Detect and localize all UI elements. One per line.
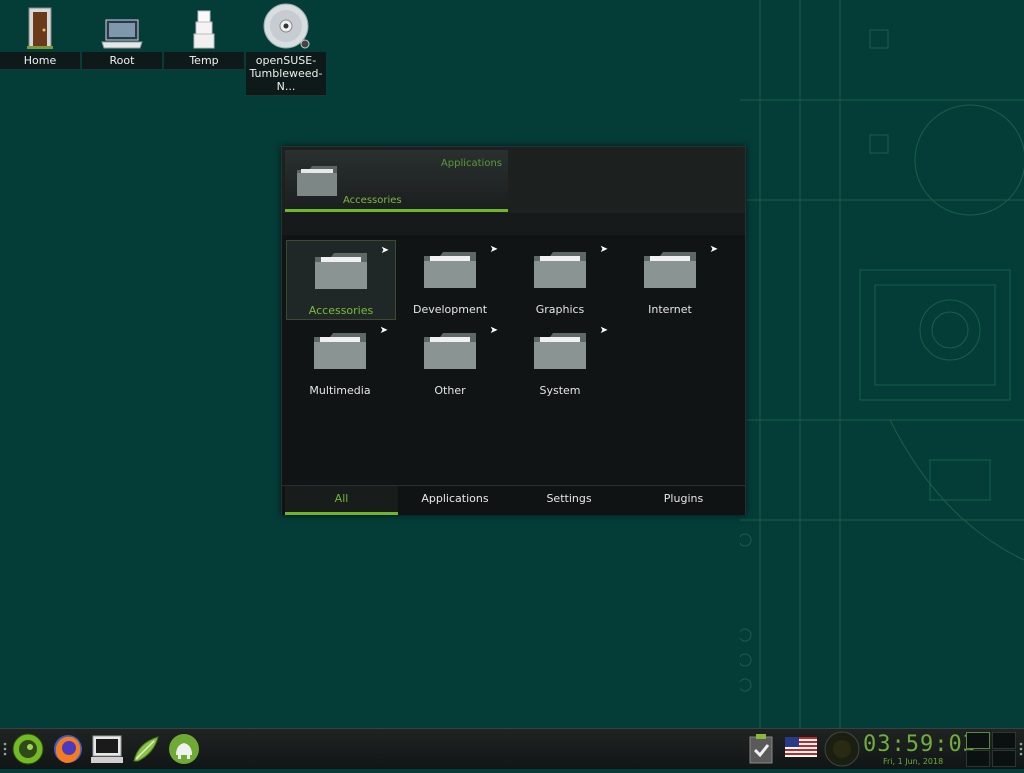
firefox-icon[interactable] [52, 733, 84, 765]
breadcrumb-parent[interactable]: Applications [441, 158, 502, 169]
desktop-icon-opensuse-media[interactable]: openSUSE-Tumbleweed-N... [246, 3, 326, 96]
folder-icon [534, 333, 586, 369]
chevron-right-icon: ➤ [599, 325, 608, 336]
category-label: System [539, 384, 581, 397]
workspace-pager[interactable] [966, 732, 1016, 767]
category-label: Other [434, 384, 466, 397]
category-label: Development [412, 303, 488, 316]
desktop-icon-label: Root [82, 52, 162, 70]
chevron-right-icon: ➤ [709, 244, 718, 255]
folder-icon [314, 333, 366, 369]
drag-handle-icon[interactable] [1018, 741, 1024, 773]
tab-label: Plugins [663, 492, 704, 505]
category-graphics[interactable]: ➤ Graphics [506, 240, 614, 318]
category-label: Internet [648, 303, 692, 316]
breadcrumb-current: Accessories [343, 195, 402, 206]
door-icon [27, 7, 53, 49]
category-development[interactable]: ➤ Development [396, 240, 504, 318]
desktop-icon-home[interactable]: Home [0, 4, 80, 70]
category-internet[interactable]: ➤ Internet [616, 240, 724, 318]
category-label: Graphics [535, 303, 585, 316]
tab-label: Applications [421, 492, 489, 505]
clock-date: Fri, 1 Jun, 2018 [883, 757, 944, 766]
laptop-icon [101, 19, 143, 49]
folder-icon [644, 252, 696, 288]
category-other[interactable]: ➤ Other [396, 321, 504, 399]
opensuse-start-icon[interactable] [12, 733, 44, 765]
menu-search-strip [282, 213, 745, 235]
desktop-icon-label: Temp [164, 52, 244, 70]
wallpaper-blueprint [740, 0, 1024, 728]
terminal-icon[interactable] [90, 733, 123, 765]
chevron-right-icon: ➤ [380, 245, 389, 256]
menu-tabs: All Applications Settings Plugins [282, 485, 745, 515]
tab-settings[interactable]: Settings [512, 486, 626, 515]
category-accessories[interactable]: ➤ Accessories [286, 240, 396, 320]
breadcrumb[interactable]: Applications Accessories [285, 150, 508, 212]
clock-time[interactable]: 03:59:03 [863, 732, 977, 757]
category-label: Multimedia [309, 384, 371, 397]
chevron-right-icon: ➤ [489, 244, 498, 255]
desktop-icon-temp[interactable]: Temp [164, 4, 244, 70]
folder-icon [424, 333, 476, 369]
workspace-3[interactable] [966, 750, 990, 767]
chevron-right-icon: ➤ [599, 244, 608, 255]
application-menu: Applications Accessories ➤ Accessories ➤… [281, 146, 746, 515]
chevron-right-icon: ➤ [489, 325, 498, 336]
tab-applications[interactable]: Applications [398, 486, 512, 515]
desktop-icon-label: openSUSE-Tumbleweed-N... [246, 52, 326, 96]
text-editor-icon[interactable] [130, 733, 162, 765]
menu-header: Applications Accessories [282, 147, 745, 213]
cd-icon [263, 3, 310, 49]
workspace-2[interactable] [992, 732, 1016, 749]
folder-icon [534, 252, 586, 288]
tab-plugins[interactable]: Plugins [626, 486, 741, 515]
us-flag-icon[interactable] [785, 737, 817, 769]
folder-icon [297, 166, 337, 196]
desktop-icon-label: Home [0, 52, 80, 70]
category-multimedia[interactable]: ➤ Multimedia [286, 321, 394, 399]
breadcrumb-underline [285, 209, 508, 212]
tab-all[interactable]: All [285, 486, 398, 515]
tab-label: Settings [546, 492, 592, 505]
moon-phase-icon[interactable] [824, 731, 860, 767]
folder-icon [424, 252, 476, 288]
workspace-4[interactable] [992, 750, 1016, 767]
drag-handle-icon[interactable] [2, 741, 8, 773]
tab-active-indicator [285, 512, 398, 515]
category-system[interactable]: ➤ System [506, 321, 614, 399]
clipboard-check-icon[interactable] [747, 733, 779, 765]
tab-label: All [334, 492, 349, 505]
folder-icon [315, 253, 367, 289]
file-manager-icon[interactable] [168, 733, 200, 765]
desktop-icon-root[interactable]: Root [82, 4, 162, 70]
boxes-icon [193, 10, 215, 49]
taskbar: 03:59:03 Fri, 1 Jun, 2018 [0, 728, 1024, 769]
category-label: Accessories [308, 304, 374, 317]
workspace-1[interactable] [966, 732, 990, 749]
chevron-right-icon: ➤ [379, 325, 388, 336]
